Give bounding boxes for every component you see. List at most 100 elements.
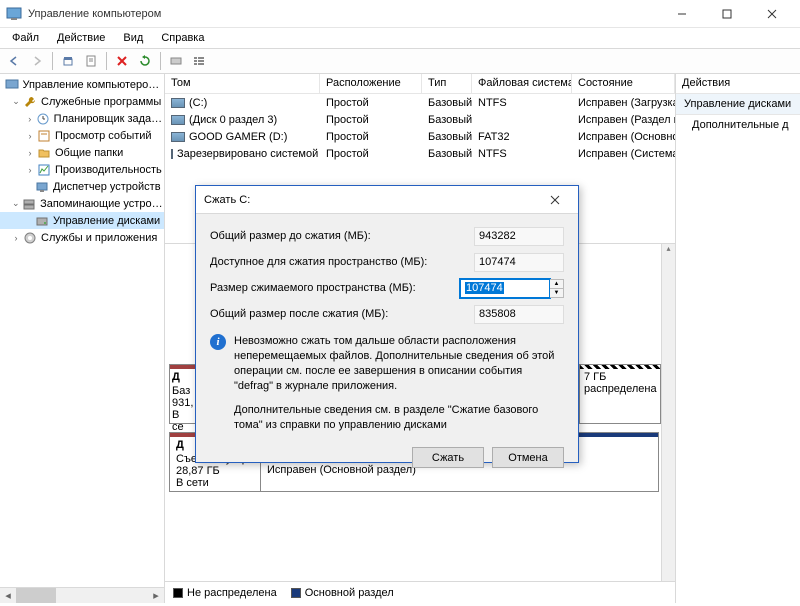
menu-file[interactable]: Файл — [4, 30, 47, 46]
menu-help[interactable]: Справка — [153, 30, 212, 46]
back-button[interactable] — [4, 51, 24, 71]
col-fs[interactable]: Файловая система — [472, 74, 572, 93]
clock-icon — [35, 111, 50, 127]
legend: Не распределена Основной раздел — [165, 581, 675, 603]
cell-type: Базовый — [422, 97, 472, 109]
cell-status: Исправен (Основной разд — [572, 131, 675, 143]
legend-primary-box — [291, 588, 301, 598]
disk0-name: Д — [170, 365, 195, 383]
folder-icon — [36, 145, 52, 161]
shrink-dialog: Сжать C: Общий размер до сжатия (МБ): 94… — [195, 185, 579, 463]
services-icon — [22, 230, 38, 246]
tree-performance[interactable]: › Производительность — [0, 161, 164, 178]
device-icon — [34, 179, 50, 195]
computer-icon — [4, 77, 19, 93]
list-button[interactable] — [189, 51, 209, 71]
dialog-titlebar[interactable]: Сжать C: — [196, 186, 578, 214]
tree-scheduler-label: Планировщик заданий — [54, 113, 164, 125]
tree-sharedfolders-label: Общие папки — [55, 147, 123, 159]
tree-scheduler[interactable]: › Планировщик заданий — [0, 110, 164, 127]
tree-services-label: Службы и приложения — [41, 232, 157, 244]
available-label: Доступное для сжатия пространство (МБ): — [210, 256, 474, 268]
tree-storage[interactable]: ⌄ Запоминающие устройст — [0, 195, 164, 212]
cell-layout: Простой — [320, 131, 422, 143]
cell-type: Базовый — [422, 148, 472, 160]
menu-view[interactable]: Вид — [115, 30, 151, 46]
col-volume[interactable]: Том — [165, 74, 320, 93]
col-type[interactable]: Тип — [422, 74, 472, 93]
diskmap-scrollbar[interactable]: ▴ — [661, 244, 675, 581]
expand-icon[interactable]: › — [24, 114, 35, 124]
expand-icon[interactable]: › — [24, 148, 36, 158]
tree-tools-label: Служебные программы — [41, 96, 161, 108]
toolbar-separator — [160, 52, 161, 70]
legend-primary-label: Основной раздел — [305, 587, 394, 599]
shrink-button[interactable]: Сжать — [412, 447, 484, 468]
scroll-right-icon[interactable]: ▸ — [148, 588, 164, 603]
expand-icon[interactable]: › — [24, 165, 36, 175]
menubar: Файл Действие Вид Справка — [0, 28, 800, 48]
actions-more[interactable]: Дополнительные д — [676, 115, 800, 135]
tree-sharedfolders[interactable]: › Общие папки — [0, 144, 164, 161]
refresh-button[interactable] — [135, 51, 155, 71]
collapse-icon[interactable]: ⌄ — [10, 198, 22, 209]
tree-services[interactable]: › Службы и приложения — [0, 229, 164, 246]
legend-unalloc-box — [173, 588, 183, 598]
expand-icon[interactable]: › — [10, 233, 22, 243]
minimize-button[interactable] — [659, 0, 704, 28]
properties-button[interactable] — [81, 51, 101, 71]
expand-icon[interactable]: › — [24, 131, 36, 141]
row-total-before: Общий размер до сжатия (МБ): 943282 — [210, 224, 564, 248]
dialog-close-button[interactable] — [540, 189, 570, 211]
cell-fs: NTFS — [472, 97, 572, 109]
cell-status: Исправен (Загрузка, Файл — [572, 97, 675, 109]
cell-fs: NTFS — [472, 148, 572, 160]
actions-diskmgmt[interactable]: Управление дисками — [676, 94, 800, 115]
event-icon — [36, 128, 52, 144]
app-icon — [6, 6, 22, 22]
maximize-button[interactable] — [704, 0, 749, 28]
nav-tree: Управление компьютером (л ⌄ Служебные пр… — [0, 74, 165, 603]
scroll-thumb[interactable] — [16, 588, 56, 603]
settings-button[interactable] — [166, 51, 186, 71]
tree-tools[interactable]: ⌄ Служебные программы — [0, 93, 164, 110]
unalloc-status: распределена — [584, 383, 656, 395]
cell-layout: Простой — [320, 97, 422, 109]
drive-icon — [171, 115, 185, 125]
shrink-spinner[interactable]: ▲▼ — [550, 279, 564, 298]
col-status[interactable]: Состояние — [572, 74, 675, 93]
info1-text: Невозможно сжать том дальше области расп… — [234, 334, 564, 393]
spin-down-icon[interactable]: ▼ — [550, 289, 563, 297]
disk0-unallocated[interactable]: 7 ГБ распределена — [579, 364, 661, 424]
volume-row[interactable]: Зарезервировано системойПростойБазовыйNT… — [165, 145, 675, 162]
forward-button[interactable] — [27, 51, 47, 71]
volume-row[interactable]: (C:)ПростойБазовыйNTFSИсправен (Загрузка… — [165, 94, 675, 111]
tree-root[interactable]: Управление компьютером (л — [0, 76, 164, 93]
delete-button[interactable] — [112, 51, 132, 71]
up-button[interactable] — [58, 51, 78, 71]
spin-up-icon[interactable]: ▲ — [550, 280, 563, 289]
shrink-value: 107474 — [465, 282, 504, 294]
col-layout[interactable]: Расположение — [320, 74, 422, 93]
dialog-body: Общий размер до сжатия (МБ): 943282 Дост… — [196, 214, 578, 478]
disk-icon — [34, 213, 50, 229]
cancel-button[interactable]: Отмена — [492, 447, 564, 468]
tree-scrollbar[interactable]: ◂ ▸ — [0, 587, 164, 603]
total-before-label: Общий размер до сжатия (МБ): — [210, 230, 474, 242]
collapse-icon[interactable]: ⌄ — [10, 96, 22, 107]
tree-diskmgmt[interactable]: Управление дисками — [0, 212, 164, 229]
close-button[interactable] — [749, 0, 794, 28]
tree-eventviewer[interactable]: › Просмотр событий — [0, 127, 164, 144]
total-after-value: 835808 — [474, 305, 564, 324]
volume-row[interactable]: (Диск 0 раздел 3)ПростойБазовыйИсправен … — [165, 111, 675, 128]
menu-action[interactable]: Действие — [49, 30, 113, 46]
drive-icon — [171, 149, 173, 159]
legend-unalloc-label: Не распределена — [187, 587, 277, 599]
scroll-left-icon[interactable]: ◂ — [0, 588, 16, 603]
cell-type: Базовый — [422, 131, 472, 143]
volume-row[interactable]: GOOD GAMER (D:)ПростойБазовыйFAT32Исправ… — [165, 128, 675, 145]
shrink-input[interactable]: 107474 — [460, 279, 550, 298]
grid-header: Том Расположение Тип Файловая система Со… — [165, 74, 675, 94]
tree-root-label: Управление компьютером (л — [22, 79, 164, 91]
tree-devicemgr[interactable]: Диспетчер устройств — [0, 178, 164, 195]
